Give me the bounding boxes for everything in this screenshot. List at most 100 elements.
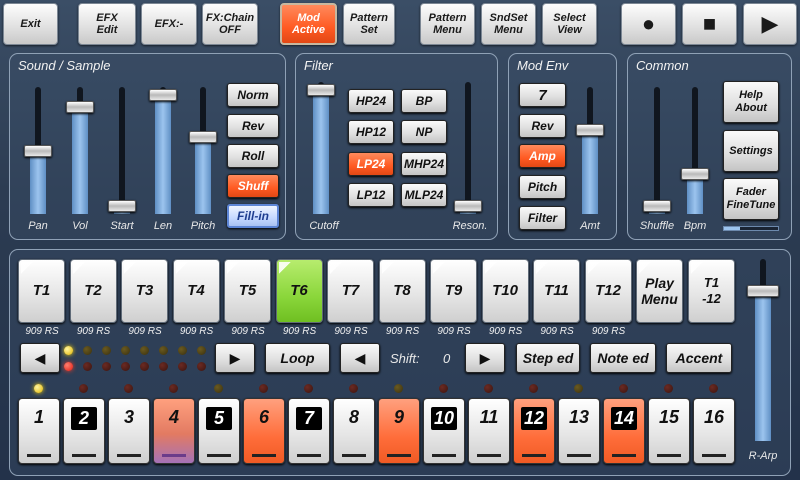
stop-button[interactable]: ■ (682, 3, 737, 45)
lp24-button[interactable]: LP24 (348, 152, 394, 176)
fader-finetune-button[interactable]: Fader FineTune (723, 178, 779, 220)
start-fader[interactable] (107, 87, 137, 214)
arrow-right-icon: ▶ (479, 349, 491, 366)
common-panel: Common Shuffle Bpm Help About Settings F… (627, 53, 792, 240)
loop-button[interactable]: Loop (265, 343, 330, 373)
step-button-1[interactable]: 1 (18, 398, 60, 464)
step-button-13[interactable]: 13 (558, 398, 600, 464)
pattern-prev-button[interactable]: ◀ (20, 343, 60, 373)
pattern-led (102, 362, 111, 371)
np-button[interactable]: NP (401, 120, 447, 144)
norm-button[interactable]: Norm (227, 83, 279, 107)
track-button-t3[interactable]: T3 (121, 259, 168, 323)
record-button[interactable]: ● (621, 3, 676, 45)
step-button-9[interactable]: 9 (378, 398, 420, 464)
step-button-15[interactable]: 15 (648, 398, 690, 464)
len-fader[interactable] (148, 87, 178, 214)
filter-button[interactable]: Filter (519, 206, 566, 230)
filter-panel: Filter Cutoff Reson. HP24 BP HP12 NP LP2… (295, 53, 498, 240)
lp12-button[interactable]: LP12 (348, 183, 394, 207)
step-led (709, 384, 718, 393)
step-button-12[interactable]: 12 (513, 398, 555, 464)
fx-chain-button[interactable]: FX:Chain OFF (202, 3, 258, 45)
settings-button[interactable]: Settings (723, 130, 779, 172)
fill-in-button[interactable]: Fill-in (227, 204, 279, 228)
step-number: 12 (521, 407, 547, 430)
shift-right-button[interactable]: ▶ (465, 343, 505, 373)
pitch-button[interactable]: Pitch (519, 175, 566, 199)
step-button-10[interactable]: 10 (423, 398, 465, 464)
rev-button[interactable]: Rev (227, 114, 279, 138)
pattern-next-button[interactable]: ▶ (215, 343, 255, 373)
rev-button[interactable]: Rev (519, 114, 566, 138)
bpm-fader[interactable] (680, 87, 710, 214)
track-button-t2[interactable]: T2 (69, 259, 117, 323)
step-button-2[interactable]: 2 (63, 398, 105, 464)
fader-label: Len (153, 220, 173, 232)
efx-select-button[interactable]: EFX:- (141, 3, 197, 45)
track-button-t4[interactable]: T4 (172, 259, 220, 323)
mhp24-button[interactable]: MHP24 (401, 152, 447, 176)
track-button-t7[interactable]: T7 (327, 259, 374, 323)
step-led (214, 384, 223, 393)
sndset-menu-button[interactable]: SndSet Menu (481, 3, 536, 45)
step-button-4[interactable]: 4 (153, 398, 195, 464)
step-ed-button[interactable]: Step ed (516, 343, 580, 373)
mlp24-button[interactable]: MLP24 (401, 183, 447, 207)
step-button-11[interactable]: 11 (468, 398, 510, 464)
step-number: 15 (658, 407, 680, 427)
reson-fader[interactable] (453, 82, 483, 214)
track-sample-label: 909 RS (179, 326, 214, 337)
play-button[interactable]: ▶ (743, 3, 797, 45)
exit-button[interactable]: Exit (3, 3, 58, 45)
pattern-set-button[interactable]: Pattern Set (343, 3, 395, 45)
pattern-menu-button[interactable]: Pattern Menu (420, 3, 475, 45)
shuff-button[interactable]: Shuff (227, 174, 279, 198)
step-button-6[interactable]: 6 (243, 398, 285, 464)
amt-fader[interactable] (575, 87, 605, 214)
track-button-t11[interactable]: T11 (533, 259, 580, 323)
hp24-button[interactable]: HP24 (348, 89, 394, 113)
shuffle-fader[interactable] (642, 87, 672, 214)
r-arp-fader[interactable] (746, 259, 780, 441)
step-led (169, 384, 178, 393)
track-range-button[interactable]: T1 -12 (688, 259, 735, 323)
hp12-button[interactable]: HP12 (348, 120, 394, 144)
step-indicator-bar (522, 454, 546, 457)
track-button-t9[interactable]: T9 (430, 259, 477, 323)
shift-left-button[interactable]: ◀ (340, 343, 380, 373)
step-number: 7 (296, 407, 322, 430)
track-button-t5[interactable]: T5 (224, 259, 271, 323)
track-button-t8[interactable]: T8 (378, 259, 426, 323)
bp-button[interactable]: BP (401, 89, 447, 113)
select-view-button[interactable]: Select View (542, 3, 597, 45)
pan-fader[interactable] (23, 87, 53, 214)
amp-button[interactable]: Amp (519, 144, 566, 168)
step-button-14[interactable]: 14 (603, 398, 645, 464)
accent-button[interactable]: Accent (666, 343, 732, 373)
track-button-t10[interactable]: T10 (481, 259, 529, 323)
step-button-8[interactable]: 8 (333, 398, 375, 464)
step-led (529, 384, 538, 393)
track-sample-label: 909 RS (334, 326, 368, 337)
step-button-3[interactable]: 3 (108, 398, 150, 464)
env-shape-button[interactable]: 7 (519, 83, 566, 107)
step-button-16[interactable]: 16 (693, 398, 735, 464)
mod-active-button[interactable]: Mod Active (280, 3, 337, 45)
step-indicator-bar (477, 454, 501, 457)
track-button-t1[interactable]: T1 (18, 259, 65, 323)
play-menu-button[interactable]: Play Menu (636, 259, 683, 323)
vol-fader[interactable] (65, 87, 95, 214)
note-ed-button[interactable]: Note ed (590, 343, 656, 373)
step-button-5[interactable]: 5 (198, 398, 240, 464)
efx-edit-button[interactable]: EFX Edit (78, 3, 136, 45)
step-button-7[interactable]: 7 (288, 398, 330, 464)
track-button-t12[interactable]: T12 (584, 259, 632, 323)
track-button-t6[interactable]: T6 (275, 259, 323, 323)
r-arp-label: R-Arp (748, 450, 778, 462)
cutoff-fader[interactable] (306, 82, 336, 214)
pitch-fader[interactable] (188, 87, 218, 214)
step-number: 9 (393, 407, 404, 427)
roll-button[interactable]: Roll (227, 144, 279, 168)
help-about-button[interactable]: Help About (723, 81, 779, 123)
